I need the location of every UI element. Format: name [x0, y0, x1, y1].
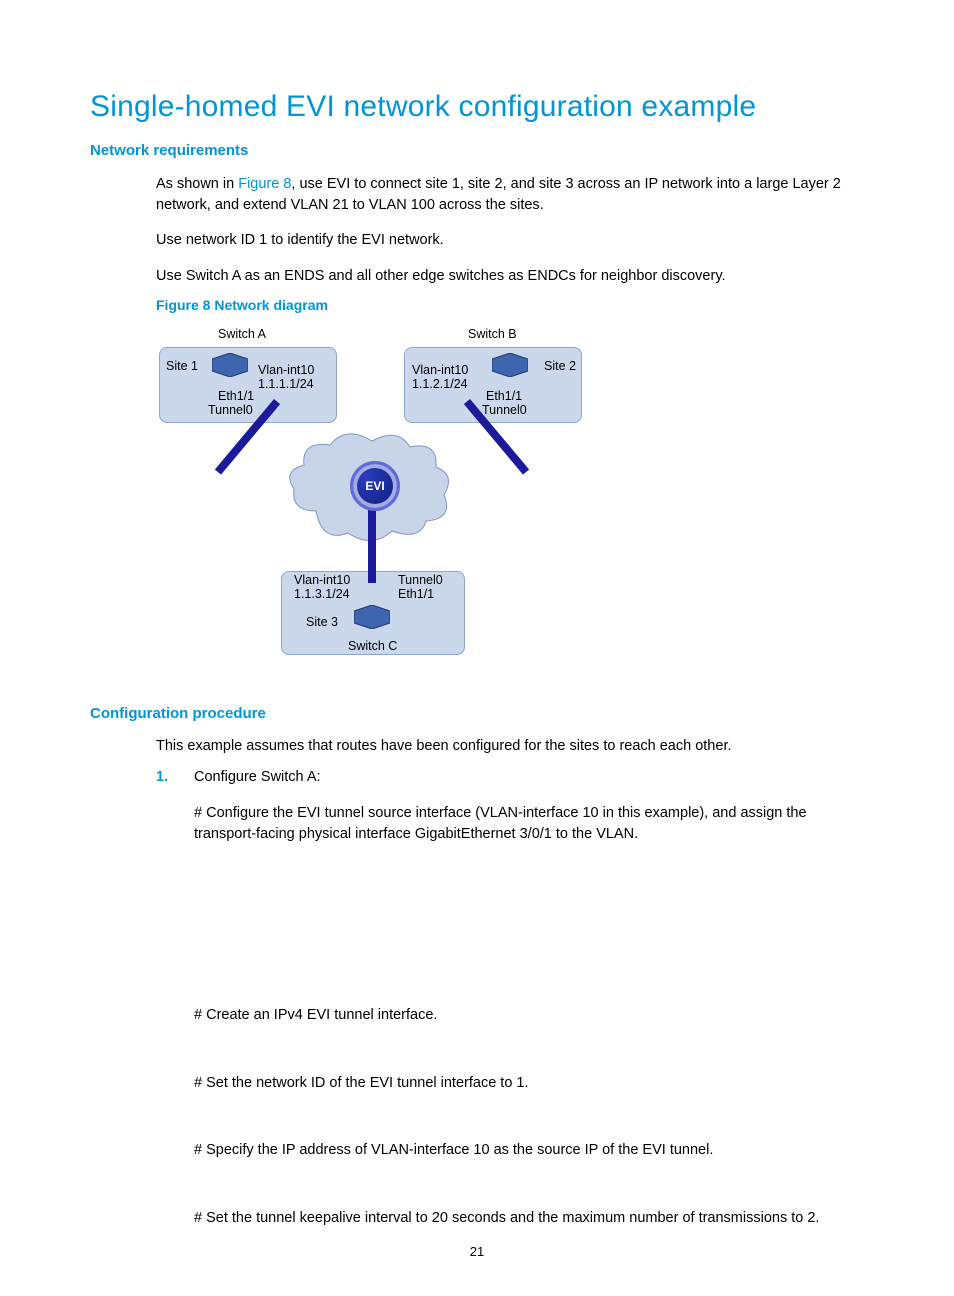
label-eth-c: Eth1/1 [398, 587, 434, 601]
switch-icon [212, 353, 248, 377]
page-title: Single-homed EVI network configuration e… [90, 90, 864, 124]
para-network-req-2: Use network ID 1 to identify the EVI net… [156, 230, 864, 251]
label-vlan-a-1: Vlan-int10 [258, 363, 314, 377]
step-1d: # Specify the IP address of VLAN-interfa… [194, 1140, 864, 1161]
para-network-req-1: As shown in Figure 8, use EVI to connect… [156, 174, 864, 216]
step-1e: # Set the tunnel keepalive interval to 2… [194, 1208, 864, 1229]
label-tun-b: Tunnel0 [482, 403, 527, 417]
heading-network-requirements: Network requirements [90, 142, 864, 159]
label-vlan-b-2: 1.1.2.1/24 [412, 377, 468, 391]
label-site-3: Site 3 [306, 615, 338, 629]
label-switch-b: Switch B [468, 327, 517, 341]
label-eth-b: Eth1/1 [486, 389, 522, 403]
step-1b: # Create an IPv4 EVI tunnel interface. [194, 1005, 864, 1026]
label-tun-a: Tunnel0 [208, 403, 253, 417]
label-switch-c: Switch C [348, 639, 397, 653]
label-switch-a: Switch A [218, 327, 266, 341]
figure-8-link[interactable]: Figure 8 [238, 176, 291, 192]
evi-badge: EVI [350, 461, 400, 511]
switch-icon [354, 605, 390, 629]
para1-pre: As shown in [156, 176, 238, 192]
label-vlan-b-1: Vlan-int10 [412, 363, 468, 377]
step-1a: # Configure the EVI tunnel source interf… [194, 803, 864, 845]
step-1: 1. Configure Switch A: [156, 767, 864, 788]
label-vlan-a-2: 1.1.1.1/24 [258, 377, 314, 391]
label-site-2: Site 2 [544, 359, 576, 373]
label-site-1: Site 1 [166, 359, 198, 373]
figure-caption: Figure 8 Network diagram [156, 297, 864, 313]
switch-icon [492, 353, 528, 377]
label-vlan-c-1: Vlan-int10 [294, 573, 350, 587]
page-number: 21 [0, 1244, 954, 1259]
step-1c: # Set the network ID of the EVI tunnel i… [194, 1073, 864, 1094]
para-conf-intro: This example assumes that routes have be… [156, 736, 864, 757]
network-diagram: EVI Switch A Site 1 Vlan-int10 1.1.1.1/2… [156, 319, 586, 669]
step-1-number: 1. [156, 767, 194, 788]
step-1-label: Configure Switch A: [194, 767, 321, 788]
para-network-req-3: Use Switch A as an ENDS and all other ed… [156, 266, 864, 287]
label-vlan-c-2: 1.1.3.1/24 [294, 587, 350, 601]
label-tun-c: Tunnel0 [398, 573, 443, 587]
heading-configuration-procedure: Configuration procedure [90, 705, 864, 722]
label-eth-a: Eth1/1 [218, 389, 254, 403]
